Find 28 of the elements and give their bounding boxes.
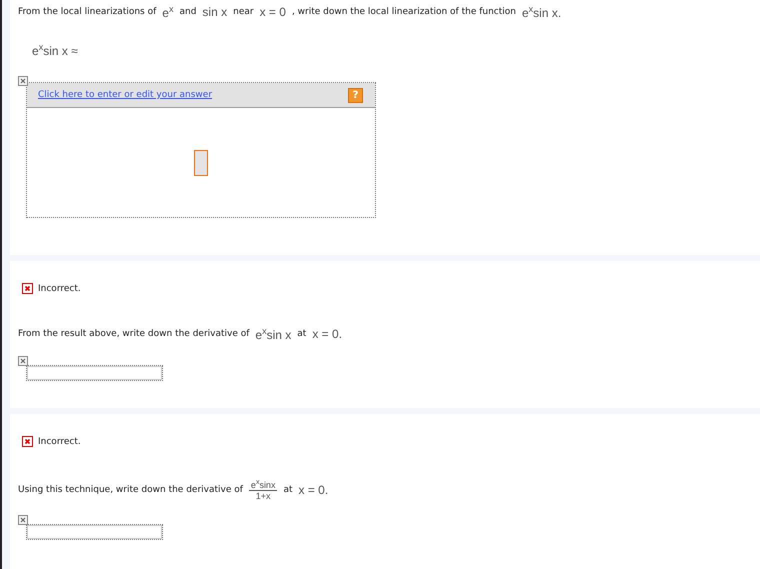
edit-answer-link[interactable]: Click here to enter or edit your answer (38, 90, 212, 100)
prompt-text: near (233, 7, 254, 17)
feedback-text: Incorrect. (38, 284, 81, 294)
prompt-text: , write down the local linearization of the function (292, 7, 516, 17)
math-expression: x = 0. (312, 327, 342, 341)
equation-editor[interactable]: Click here to enter or edit your answer ? (26, 82, 376, 218)
prompt-text: and (179, 7, 196, 17)
input-cursor-box (194, 150, 208, 176)
math-expression: sin x (202, 5, 228, 19)
fraction-expression: e$^{x}$sinx 1+x (248, 479, 278, 501)
broken-image-icon (18, 356, 28, 366)
answer-field[interactable] (26, 524, 163, 540)
broken-image-icon (18, 76, 28, 86)
prompt-text: at (297, 329, 306, 339)
math-expression: e$^{x}$ (162, 4, 174, 20)
math-expression: x = 0. (298, 483, 328, 497)
prompt-text: Using this technique, write down the derivative of (18, 485, 243, 495)
equation-label: e$^{x}$sin x ≈ (32, 42, 79, 58)
prompt-text: at (283, 485, 292, 495)
math-expression: e$^{x}$sin x. (522, 4, 562, 20)
feedback-text: Incorrect. (38, 436, 81, 446)
answer-field[interactable] (26, 364, 163, 380)
help-button[interactable]: ? (348, 88, 363, 102)
math-expression: x = 0 (260, 5, 286, 19)
prompt-text: From the result above, write down the derivative of (18, 329, 250, 339)
broken-image-icon (18, 515, 28, 525)
math-expression: e$^{x}$sin x (255, 326, 292, 342)
prompt-text: From the local linearizations of (18, 7, 156, 17)
